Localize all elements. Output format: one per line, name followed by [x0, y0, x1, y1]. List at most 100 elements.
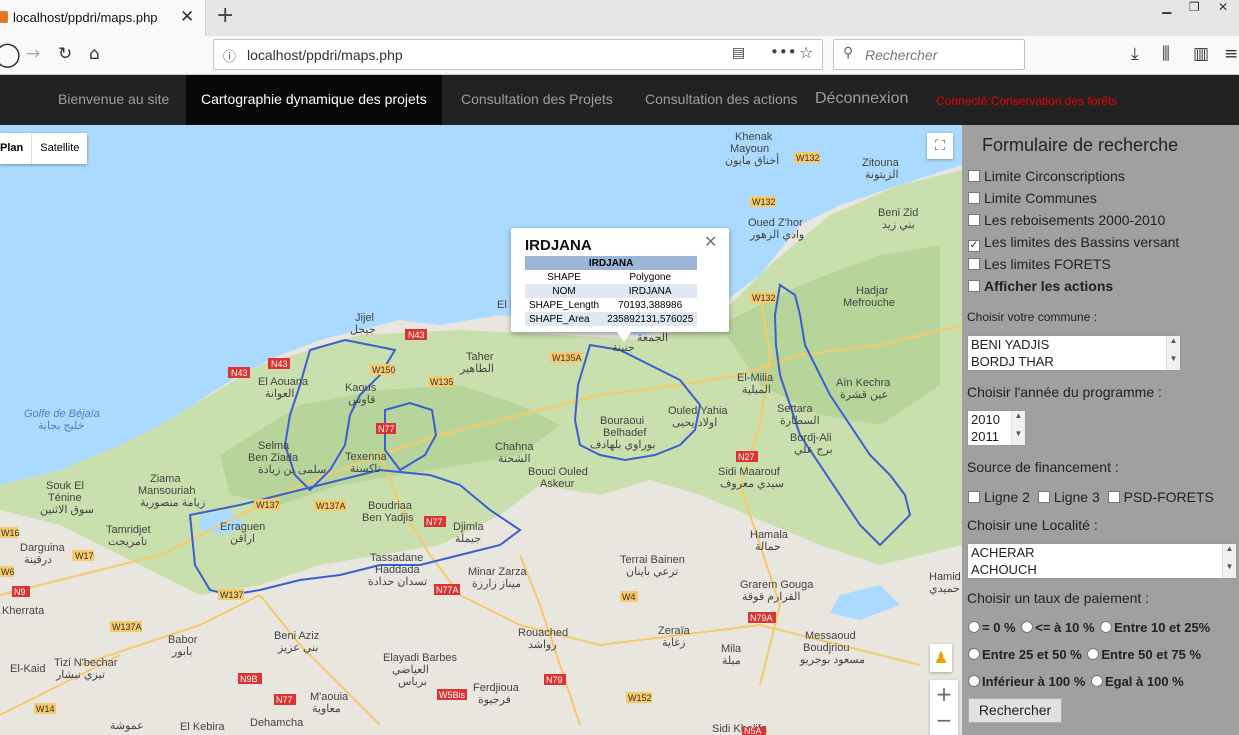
scrollbar[interactable]: ▲ ▼	[1222, 544, 1236, 578]
browser-search-input[interactable]: ⚲ Rechercher	[833, 39, 1025, 70]
sidebar-icon[interactable]: ▥	[1193, 44, 1209, 64]
layer-checkbox-actions[interactable]: Afficher les actions	[968, 278, 1113, 294]
home-icon[interactable]: ⌂	[89, 44, 100, 64]
search-placeholder: Rechercher	[865, 47, 938, 63]
layer-checkbox-forets[interactable]: Les limites FORETS	[968, 256, 1111, 272]
checkbox[interactable]	[968, 258, 980, 270]
svg-text:W150: W150	[372, 365, 396, 375]
svg-text:خليج بجاية: خليج بجاية	[38, 420, 84, 432]
svg-text:السطارة: السطارة	[780, 415, 820, 427]
svg-text:Sidi Maarouf: Sidi Maarouf	[718, 466, 781, 478]
radio[interactable]	[968, 648, 980, 660]
commune-option[interactable]: BORDJ THAR	[968, 353, 1180, 370]
checkbox[interactable]	[1107, 491, 1120, 503]
attr-key: NOM	[552, 285, 576, 297]
svg-text:W137: W137	[220, 590, 244, 600]
checkbox[interactable]	[968, 491, 980, 503]
info-icon[interactable]: ⓘ	[223, 46, 236, 65]
minimize-icon[interactable]: ▁	[1162, 0, 1171, 14]
svg-text:Zitouna: Zitouna	[862, 157, 900, 169]
zoom-in-icon[interactable]: +	[930, 682, 958, 706]
svg-text:Ténine: Ténine	[48, 492, 82, 504]
svg-text:حميدي: حميدي	[929, 583, 960, 595]
page-actions-icon[interactable]: •••	[770, 43, 797, 61]
checkbox[interactable]	[968, 192, 980, 204]
checkbox[interactable]	[968, 280, 980, 292]
attr-key: SHAPE_Area	[529, 313, 590, 325]
localite-option[interactable]: ACHERAR	[968, 544, 1236, 561]
search-button[interactable]: Rechercher	[968, 698, 1062, 723]
attr-value: Polygone	[629, 271, 672, 283]
svg-text:جنينة: جنينة	[612, 342, 635, 354]
forward-icon[interactable]: →	[26, 44, 40, 64]
checkbox-checked[interactable]: ✓	[968, 240, 980, 252]
nav-welcome[interactable]: Bienvenue au site	[58, 75, 169, 125]
svg-text:سيدي معروف: سيدي معروف	[720, 478, 784, 490]
svg-text:Messaoud: Messaoud	[805, 630, 856, 642]
nav-deconnexion[interactable]: Déconnexion	[815, 75, 908, 125]
nav-consultation-projets[interactable]: Consultation des Projets	[461, 75, 613, 125]
svg-text:Boudriaa: Boudriaa	[368, 500, 413, 512]
nav-consultation-actions[interactable]: Consultation des actions	[645, 75, 798, 125]
radio[interactable]	[968, 675, 980, 687]
browser-tab[interactable]: localhost/ppdri/maps.php ✕	[0, 0, 206, 36]
info-window-close-icon[interactable]: ✕	[704, 232, 717, 252]
radio[interactable]	[1100, 621, 1113, 633]
layer-checkbox-communes[interactable]: Limite Communes	[968, 190, 1097, 206]
commune-option[interactable]: BENI YADJIS	[968, 336, 1180, 353]
svg-text:بني زيد: بني زيد	[882, 219, 915, 231]
tab-close-icon[interactable]: ✕	[180, 7, 194, 27]
scrollbar[interactable]: ▲ ▼	[1166, 336, 1180, 370]
url-bar[interactable]: ⓘ localhost/ppdri/maps.php ▤ ••• ☆	[213, 39, 823, 70]
new-tab-icon[interactable]: +	[216, 3, 234, 28]
localite-select[interactable]: ACHERAR ACHOUCH ▲ ▼	[967, 543, 1237, 579]
svg-text:Babor: Babor	[168, 634, 198, 646]
fullscreen-icon[interactable]: ⛶	[927, 133, 953, 159]
checkbox[interactable]	[968, 170, 980, 182]
menu-icon[interactable]: ≡	[1224, 44, 1238, 64]
layer-label: Les reboisements 2000-2010	[984, 212, 1166, 228]
svg-text:Darguina: Darguina	[20, 542, 66, 554]
library-icon[interactable]: ⫼	[1162, 44, 1170, 64]
svg-text:W135A: W135A	[552, 353, 582, 363]
checkbox[interactable]	[968, 214, 980, 226]
svg-text:رواشد: رواشد	[528, 639, 557, 651]
svg-text:N77: N77	[276, 695, 293, 705]
svg-text:مسعود بوجريو: مسعود بوجريو	[799, 654, 865, 666]
radio[interactable]	[1021, 621, 1034, 633]
svg-text:Ferdjioua: Ferdjioua	[473, 682, 520, 694]
nav-cartographie[interactable]: Cartographie dynamique des projets	[186, 75, 442, 125]
street-view-pegman-icon[interactable]: ♟	[930, 644, 952, 672]
year-select[interactable]: 2010 2011 ▲ ▼	[967, 410, 1026, 446]
map-type-satellite[interactable]: Satellite	[31, 133, 87, 164]
svg-text:El Kebira: El Kebira	[180, 721, 226, 733]
reload-icon[interactable]: ↻	[58, 44, 72, 64]
svg-text:Dehamcha: Dehamcha	[250, 717, 304, 729]
svg-text:سلمى بن زيادة: سلمى بن زيادة	[258, 464, 326, 476]
layer-checkbox-reboisements[interactable]: Les reboisements 2000-2010	[968, 212, 1165, 228]
svg-text:N43: N43	[231, 368, 248, 378]
map-type-plan[interactable]: Plan	[0, 133, 31, 164]
commune-select[interactable]: BENI YADJIS BORDJ THAR ▲ ▼	[967, 335, 1181, 371]
downloads-icon[interactable]: ⤓	[1131, 44, 1139, 64]
map-canvas[interactable]: Jijel جيجل El Aouana العوانة Kaous قاوس Tah…	[0, 125, 962, 735]
bookmark-star-icon[interactable]: ☆	[799, 43, 813, 62]
layer-checkbox-circonscriptions[interactable]: Limite Circonscriptions	[968, 168, 1125, 184]
layer-checkbox-bassins[interactable]: ✓ Les limites des Bassins versant	[968, 234, 1179, 252]
checkbox[interactable]	[1037, 491, 1050, 503]
radio[interactable]	[1090, 675, 1103, 687]
maximize-icon[interactable]: ❐	[1189, 0, 1200, 14]
radio[interactable]	[1087, 648, 1100, 660]
back-icon[interactable]: ◯	[0, 40, 21, 68]
reader-view-icon[interactable]: ▤	[732, 45, 745, 61]
window-close-icon[interactable]: ✕	[1218, 0, 1228, 14]
zoom-out-icon[interactable]: −	[930, 708, 958, 732]
radio[interactable]	[968, 621, 980, 633]
svg-text:N9B: N9B	[240, 674, 258, 684]
year-label: Choisir l'année du programme :	[967, 384, 1162, 400]
localite-option[interactable]: ACHOUCH	[968, 561, 1236, 578]
svg-text:W152: W152	[628, 693, 652, 703]
svg-text:Tassadane: Tassadane	[370, 552, 423, 564]
svg-text:وادي الزهور: وادي الزهور	[749, 229, 804, 241]
scrollbar[interactable]: ▲ ▼	[1011, 411, 1025, 445]
